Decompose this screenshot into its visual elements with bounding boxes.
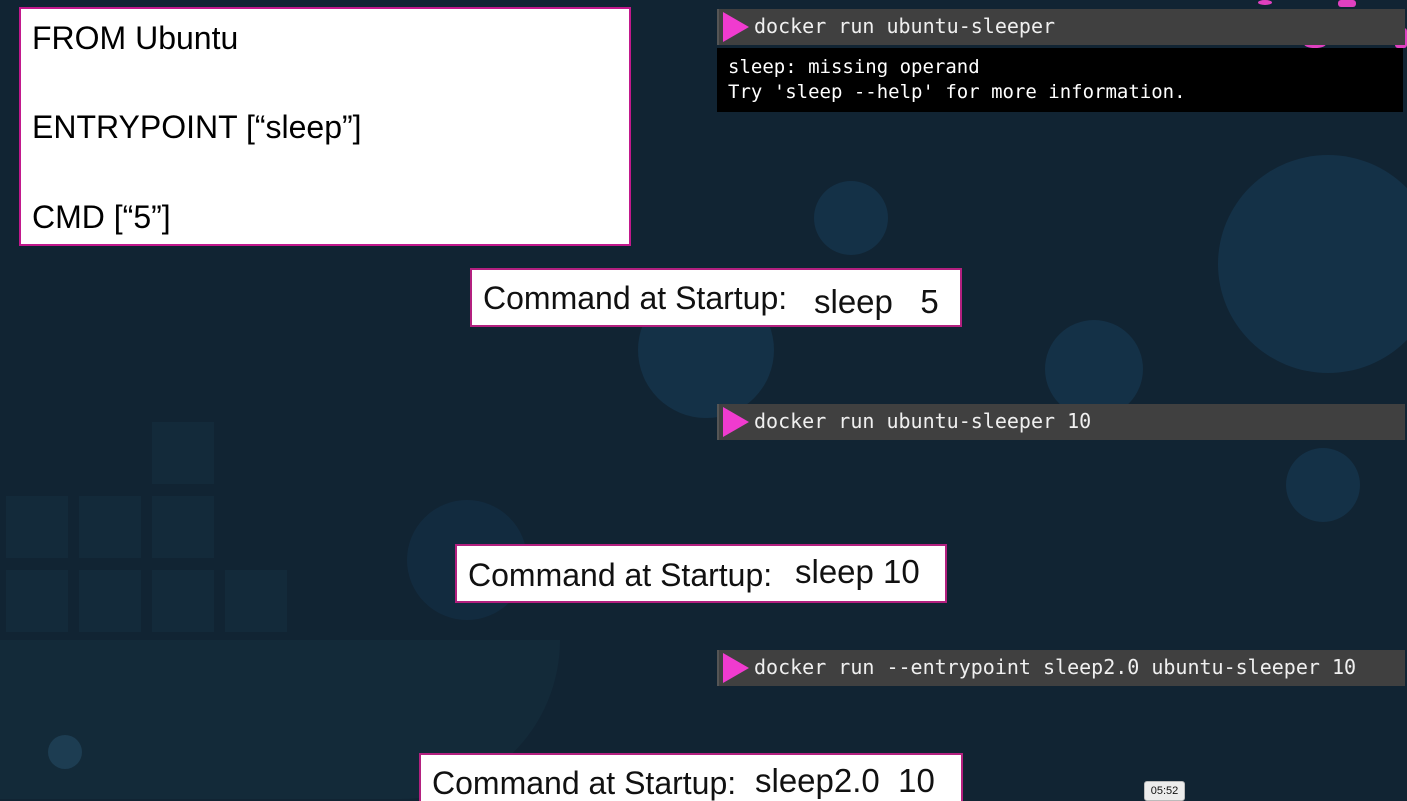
- bg-container-block: [6, 496, 68, 558]
- startup-value: sleep2.0 10: [755, 762, 935, 799]
- startup-value: sleep 5: [814, 283, 939, 320]
- bg-container-block: [6, 570, 68, 632]
- startup-command-box: Command at Startup: sleep 10: [455, 544, 947, 603]
- video-timestamp: 05:52: [1144, 781, 1185, 801]
- terminal-command: docker run ubuntu-sleeper 10: [717, 404, 1405, 440]
- startup-command-box: Command at Startup: sleep 5: [470, 268, 962, 327]
- bg-circle: [1286, 448, 1360, 522]
- startup-value: sleep 10: [795, 553, 920, 590]
- bg-container-block: [152, 422, 214, 484]
- dockerfile-box: FROM Ubuntu ENTRYPOINT [“sleep”] CMD [“5…: [19, 7, 631, 246]
- terminal-command: docker run --entrypoint sleep2.0 ubuntu-…: [717, 650, 1405, 686]
- bg-container-block: [152, 570, 214, 632]
- bg-circle: [1218, 155, 1407, 373]
- pink-decoration: [1258, 0, 1272, 5]
- pink-decoration: [1338, 0, 1356, 7]
- terminal-command: docker run ubuntu-sleeper: [717, 9, 1405, 45]
- bg-whale-eye: [48, 735, 82, 769]
- terminal-command-text: docker run ubuntu-sleeper: [754, 14, 1056, 38]
- startup-label: Command at Startup:: [483, 280, 788, 316]
- startup-command-box: Command at Startup: sleep2.0 10: [419, 753, 963, 801]
- bg-circle: [814, 181, 888, 255]
- bg-container-block: [79, 496, 141, 558]
- dockerfile-cmd: CMD [“5”]: [32, 199, 171, 235]
- bg-container-block: [152, 496, 214, 558]
- terminal-output: sleep: missing operand Try 'sleep --help…: [717, 48, 1403, 112]
- play-icon: [723, 407, 749, 437]
- terminal-command-text: docker run ubuntu-sleeper 10: [754, 409, 1092, 433]
- terminal-output-line: Try 'sleep --help' for more information.: [728, 81, 1186, 103]
- play-icon: [723, 12, 749, 42]
- startup-label: Command at Startup:: [468, 557, 773, 593]
- bg-container-block: [225, 570, 287, 632]
- dockerfile-from: FROM Ubuntu: [32, 20, 239, 56]
- terminal-command-text: docker run --entrypoint sleep2.0 ubuntu-…: [754, 655, 1357, 679]
- terminal-output-line: sleep: missing operand: [728, 56, 980, 78]
- startup-label: Command at Startup:: [432, 765, 737, 801]
- play-icon: [723, 653, 749, 683]
- bg-container-block: [79, 570, 141, 632]
- dockerfile-entrypoint: ENTRYPOINT [“sleep”]: [32, 109, 362, 145]
